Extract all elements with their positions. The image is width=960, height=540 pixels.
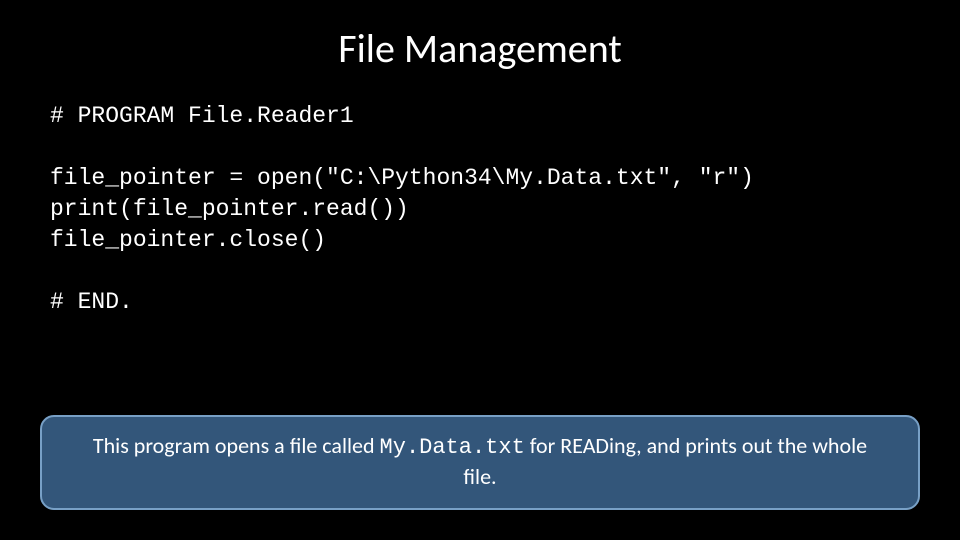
slide-title: File Management [48, 24, 912, 73]
callout-box: This program opens a file called My.Data… [40, 415, 920, 510]
callout-filename: My.Data.txt [380, 435, 525, 460]
code-line-2: file_pointer = open("C:\Python34\My.Data… [50, 165, 754, 191]
callout-text-pre: This program opens a file called [93, 432, 380, 459]
code-line-3: print(file_pointer.read()) [50, 196, 409, 222]
code-line-4: file_pointer.close() [50, 227, 326, 253]
code-block: # PROGRAM File.Reader1 file_pointer = op… [50, 101, 912, 318]
code-line-1: # PROGRAM File.Reader1 [50, 103, 354, 129]
slide: File Management # PROGRAM File.Reader1 f… [0, 0, 960, 540]
callout-text-post: for READing, and prints out the whole fi… [463, 432, 867, 491]
code-line-5: # END. [50, 289, 133, 315]
